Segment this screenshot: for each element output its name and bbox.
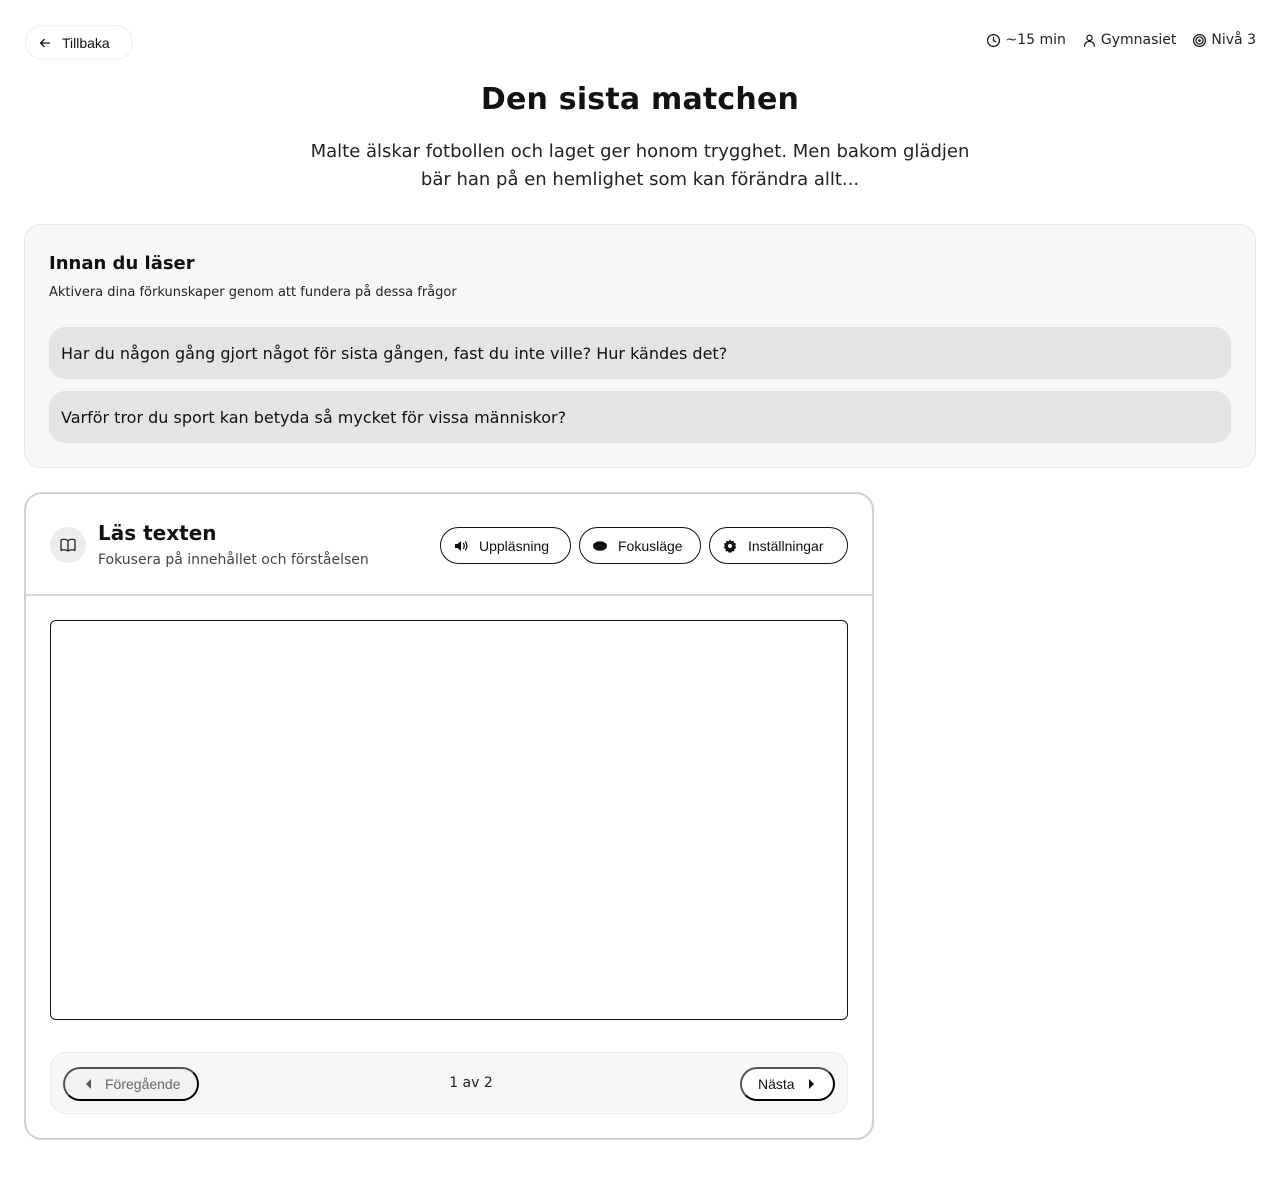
pagination-bar: 1 av 2 Föregående Nästa: [50, 1052, 848, 1114]
reading-text-area[interactable]: [50, 620, 848, 1020]
speaker-icon: [455, 540, 468, 551]
story-meta: ~15 min Gymnasiet Nivå 3: [986, 32, 1256, 48]
meta-time-label: ~15 min: [1005, 32, 1066, 48]
prereading-panel: Innan du läser Aktivera dina förkunskape…: [24, 224, 1256, 468]
prereading-question: Har du någon gång gjort något för sista …: [49, 327, 1231, 379]
prereading-title: Innan du läser: [49, 253, 195, 274]
next-label: Nästa: [758, 1076, 795, 1092]
reader-title: Läs texten: [98, 521, 217, 545]
next-page-button[interactable]: Nästa: [740, 1067, 835, 1101]
prereading-question: Varför tror du sport kan betyda så mycke…: [49, 391, 1231, 443]
user-icon: [1083, 34, 1095, 47]
settings-button[interactable]: Inställningar: [709, 527, 848, 564]
meta-level: Nivå 3: [1192, 32, 1256, 48]
prereading-description: Aktivera dina förkunskaper genom att fun…: [49, 285, 457, 300]
meta-audience-label: Gymnasiet: [1100, 32, 1177, 48]
book-open-icon: [60, 538, 76, 552]
reader-subtitle: Fokusera på innehållet och förståelsen: [98, 552, 369, 568]
read-aloud-label: Uppläsning: [479, 537, 550, 554]
target-icon: [1193, 33, 1207, 47]
back-button[interactable]: Tillbaka: [25, 25, 133, 60]
meta-level-label: Nivå 3: [1211, 32, 1256, 48]
previous-page-button[interactable]: Föregående: [63, 1067, 199, 1101]
clock-icon: [987, 33, 1001, 47]
book-icon-badge: [50, 527, 86, 563]
meta-time: ~15 min: [986, 32, 1066, 48]
read-aloud-button[interactable]: Uppläsning: [440, 527, 571, 564]
caret-left-icon: [86, 1079, 91, 1089]
caret-right-icon: [808, 1079, 814, 1089]
page-title: Den sista matchen: [480, 82, 800, 117]
previous-label: Föregående: [105, 1076, 181, 1092]
page-subtitle: Malte älskar fotbollen och laget ger hon…: [310, 141, 970, 190]
back-label: Tillbaka: [62, 34, 110, 51]
reader-header: Läs texten Fokusera på innehållet och fö…: [26, 494, 872, 596]
gear-icon: [723, 539, 737, 553]
focus-mode-button[interactable]: Fokusläge: [579, 527, 701, 564]
arrow-left-icon: [39, 38, 51, 47]
settings-label: Inställningar: [748, 537, 824, 554]
reader-panel: Läs texten Fokusera på innehållet och fö…: [24, 492, 874, 1140]
meta-audience: Gymnasiet: [1082, 32, 1177, 48]
focus-mode-label: Fokusläge: [618, 537, 683, 554]
eye-icon: [593, 540, 607, 551]
